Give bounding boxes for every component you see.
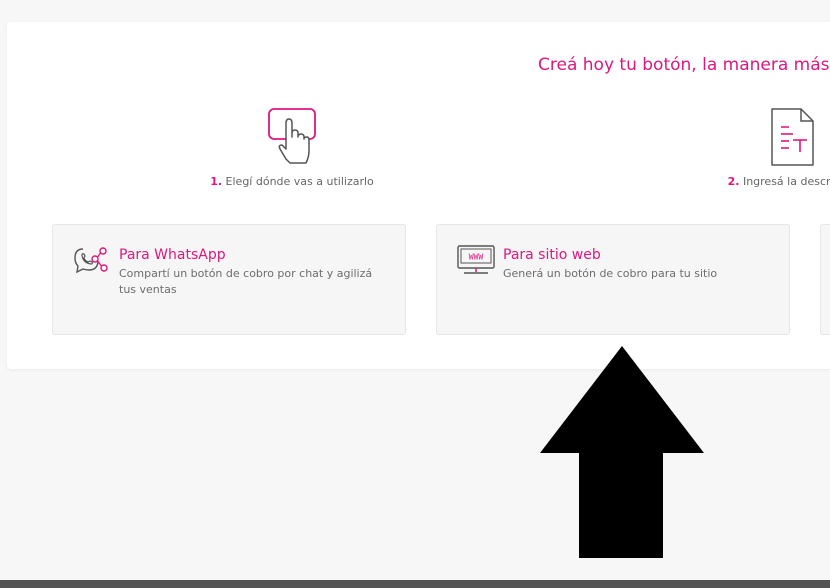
document-text-icon [771,108,814,166]
card-sitio-web-title: Para sitio web [503,247,601,263]
www-monitor-icon: WWW [457,245,495,274]
up-arrow-annotation [540,346,704,558]
card-partial[interactable] [820,224,830,335]
card-sitio-web-description: Generá un botón de cobro para tu sitio [503,267,718,280]
step-1: 1. Elegí dónde vas a utilizarlo [207,107,377,188]
main-panel: Creá hoy tu botón, la manera más sim 1. … [7,22,830,369]
step-2-label: 2. Ingresá la descripció [727,175,830,188]
card-whatsapp-description: Compartí un botón de cobro por chat y ag… [119,267,373,296]
touch-button-icon [268,108,316,164]
card-whatsapp[interactable]: Para WhatsApp Compartí un botón de cobro… [52,224,406,335]
whatsapp-share-icon [74,247,108,274]
step-1-label: 1. Elegí dónde vas a utilizarlo [210,175,374,188]
footer-bar [0,580,830,588]
step-2: 2. Ingresá la descripció [702,107,830,188]
card-whatsapp-title: Para WhatsApp [119,247,226,263]
headline: Creá hoy tu botón, la manera más sim [538,55,830,75]
svg-text:WWW: WWW [469,253,484,262]
card-sitio-web[interactable]: WWW Para sitio web Generá un botón de co… [436,224,790,335]
